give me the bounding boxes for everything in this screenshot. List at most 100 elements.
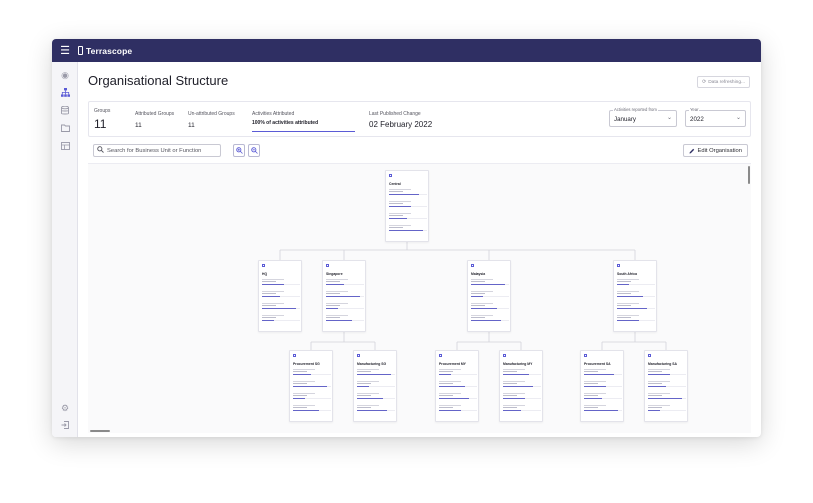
org-unit-metric-row: [439, 381, 477, 387]
org-unit-metric-row: [471, 303, 509, 309]
org-unit-icon: [439, 354, 442, 357]
org-unit-metric-row: [439, 369, 477, 375]
stat-published-label: Last Published Change: [369, 111, 421, 117]
org-unit-metric-row: [584, 405, 622, 411]
org-unit-card[interactable]: Malaysia: [467, 260, 511, 332]
org-unit-metric-row: [503, 381, 541, 387]
brand-logo[interactable]: Terrascope: [78, 46, 132, 56]
app-window: ☰ Terrascope ◉ ⚙ Organisational Structur…: [52, 39, 761, 437]
org-unit-metric-row: [617, 291, 655, 297]
top-bar: ☰ Terrascope: [52, 39, 761, 62]
page-title: Organisational Structure: [88, 73, 229, 88]
zoom-in-icon: [235, 147, 243, 154]
folder-icon[interactable]: [60, 123, 70, 133]
org-unit-metric-row: [471, 279, 509, 285]
org-unit-name: Manufacturing SA: [648, 362, 678, 366]
org-unit-metric-row: [293, 369, 331, 375]
org-unit-icon: [617, 264, 620, 267]
org-unit-metric-row: [439, 405, 477, 411]
search-icon: [97, 146, 104, 155]
chevron-down-icon: ⌄: [666, 115, 672, 121]
logout-icon[interactable]: [60, 420, 70, 430]
org-unit-metric-row: [389, 189, 427, 195]
org-unit-metric-row: [326, 291, 364, 297]
org-unit-icon: [326, 264, 329, 267]
org-unit-metric-row: [648, 393, 686, 399]
table-icon[interactable]: [60, 141, 70, 151]
org-unit-icon: [648, 354, 651, 357]
org-unit-card[interactable]: Procurement MY: [435, 350, 479, 422]
chevron-down-icon: ⌄: [735, 115, 741, 121]
org-unit-card[interactable]: Manufacturing SG: [353, 350, 397, 422]
org-unit-card[interactable]: Manufacturing SA: [644, 350, 688, 422]
org-unit-card[interactable]: Procurement SA: [580, 350, 624, 422]
org-unit-card[interactable]: HQ: [258, 260, 302, 332]
org-unit-card[interactable]: Central: [385, 170, 429, 242]
month-select[interactable]: Activities reported from January ⌄: [609, 107, 677, 127]
brand-name: Terrascope: [86, 45, 133, 56]
org-unit-metric-row: [262, 279, 300, 285]
org-unit-name: South Africa: [617, 272, 638, 276]
org-unit-metric-row: [326, 315, 364, 321]
org-unit-metric-row: [648, 369, 686, 375]
settings-icon[interactable]: ⚙: [60, 403, 70, 413]
org-unit-name: Procurement SA: [584, 362, 611, 366]
search-box[interactable]: [93, 144, 221, 157]
org-unit-metric-row: [293, 405, 331, 411]
year-select[interactable]: Year 2022 ⌄: [685, 107, 746, 127]
org-unit-icon: [262, 264, 265, 267]
org-unit-metric-row: [326, 303, 364, 309]
org-unit-card[interactable]: Procurement SG: [289, 350, 333, 422]
zoom-out-button[interactable]: [248, 144, 260, 157]
org-unit-card[interactable]: Singapore: [322, 260, 366, 332]
stat-unattributed-value: 11: [188, 122, 195, 129]
org-unit-metric-row: [262, 303, 300, 309]
org-chart-canvas[interactable]: Central HQ Singapore Malaysia South Africa Pr…: [88, 163, 751, 433]
vertical-scrollbar[interactable]: [748, 166, 750, 184]
stat-published-value: 02 February 2022: [369, 120, 433, 129]
org-unit-metric-row: [293, 393, 331, 399]
org-structure-icon[interactable]: [60, 87, 70, 97]
dashboard-icon[interactable]: ◉: [60, 70, 70, 80]
org-unit-metric-row: [584, 381, 622, 387]
org-unit-metric-row: [293, 381, 331, 387]
org-unit-icon: [471, 264, 474, 267]
menu-icon[interactable]: ☰: [52, 39, 78, 62]
edit-organisation-button[interactable]: Edit Organisation: [682, 144, 748, 157]
refresh-status-button[interactable]: ⟳ Data refreshing...: [697, 76, 750, 88]
horizontal-scrollbar[interactable]: [90, 430, 110, 432]
org-unit-metric-row: [503, 393, 541, 399]
org-unit-metric-row: [357, 381, 395, 387]
org-unit-metric-row: [389, 201, 427, 207]
month-select-value: January: [614, 116, 637, 123]
org-unit-card[interactable]: South Africa: [613, 260, 657, 332]
database-icon[interactable]: [60, 105, 70, 115]
stat-attributed-label: Attributed Groups: [135, 111, 175, 117]
org-unit-metric-row: [357, 393, 395, 399]
org-unit-metric-row: [648, 381, 686, 387]
org-unit-icon: [389, 174, 392, 177]
search-input[interactable]: [107, 147, 215, 154]
zoom-in-button[interactable]: [233, 144, 245, 157]
zoom-out-icon: [250, 147, 258, 154]
org-unit-metric-row: [584, 393, 622, 399]
org-unit-metric-row: [617, 279, 655, 285]
stat-activities-label: Activities Attributed: [252, 111, 295, 117]
org-unit-metric-row: [584, 369, 622, 375]
org-unit-metric-row: [262, 315, 300, 321]
org-unit-metric-row: [503, 405, 541, 411]
org-unit-icon: [293, 354, 296, 357]
org-unit-metric-row: [471, 291, 509, 297]
refresh-label: Data refreshing...: [708, 79, 745, 85]
org-unit-metric-row: [389, 213, 427, 219]
stat-unattributed: Un-attributed Groups 11: [188, 111, 235, 129]
org-unit-icon: [584, 354, 587, 357]
org-unit-name: Procurement MY: [439, 362, 466, 366]
org-unit-name: HQ: [262, 272, 268, 276]
org-unit-name: Procurement SG: [293, 362, 320, 366]
org-unit-card[interactable]: Manufacturing MY: [499, 350, 543, 422]
org-unit-name: Central: [389, 182, 401, 186]
org-unit-name: Manufacturing MY: [503, 362, 533, 366]
org-unit-metric-row: [471, 315, 509, 321]
org-unit-metric-row: [389, 225, 427, 231]
